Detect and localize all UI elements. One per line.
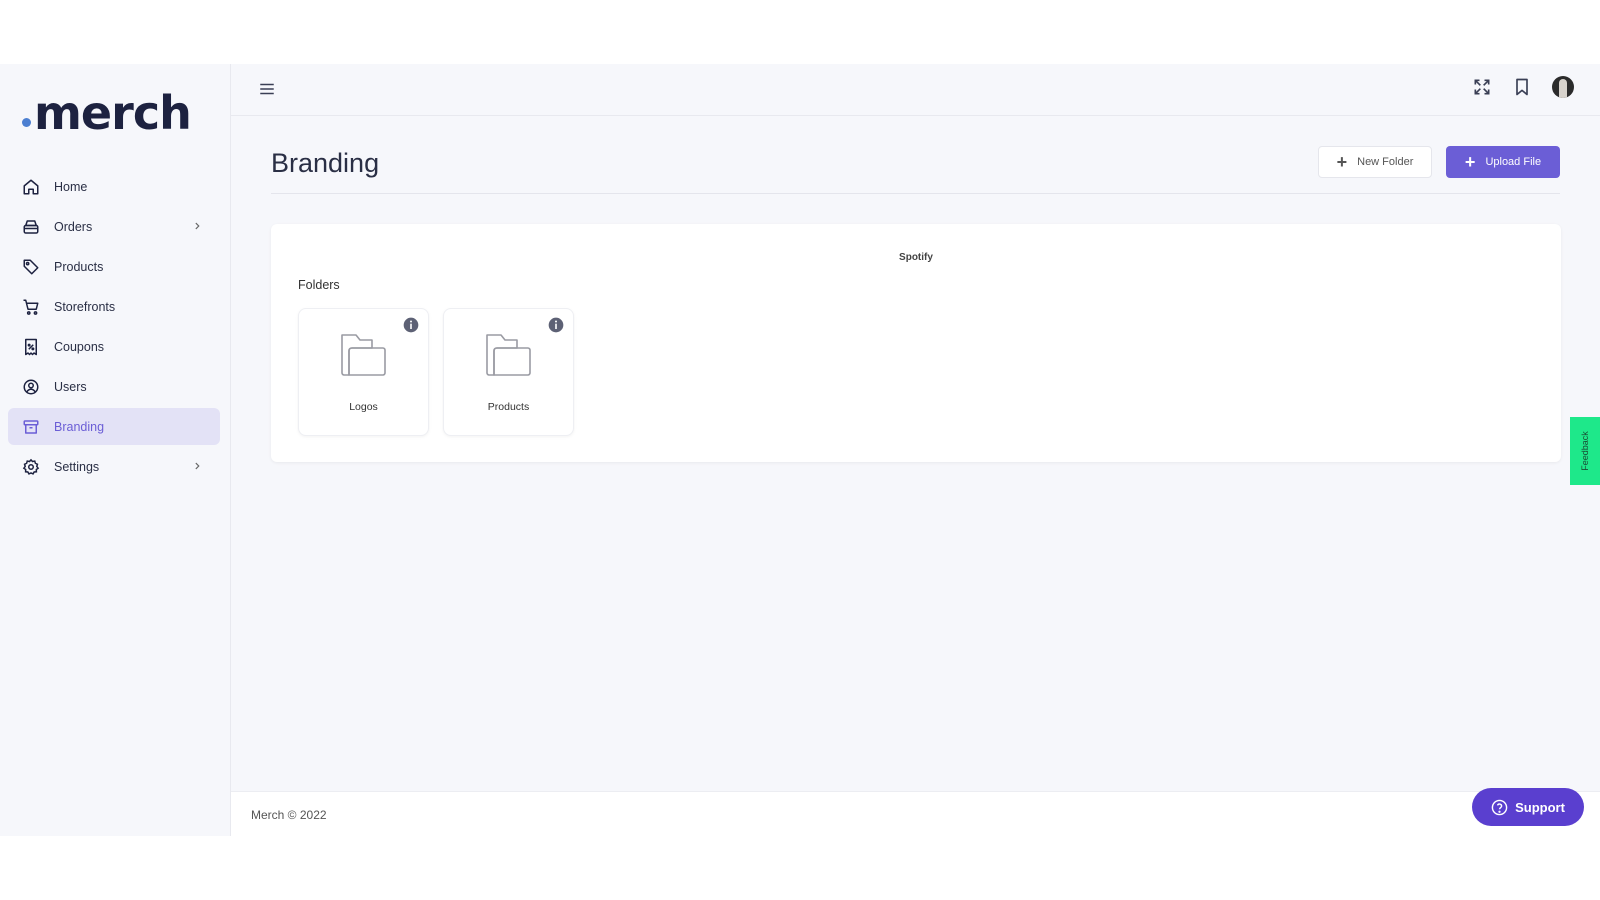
avatar[interactable] bbox=[1552, 76, 1574, 98]
chevron-right-icon bbox=[190, 459, 204, 473]
page-header: Branding + New Folder + Upload File bbox=[271, 146, 1560, 194]
main-content: Branding + New Folder + Upload File Spot… bbox=[231, 64, 1600, 836]
folder-item-products[interactable]: Products bbox=[443, 308, 574, 436]
cart-icon bbox=[21, 297, 41, 317]
home-icon bbox=[21, 177, 41, 197]
upload-file-button[interactable]: + Upload File bbox=[1446, 146, 1560, 178]
folder-name: Products bbox=[487, 401, 530, 413]
feedback-tab[interactable]: Feedback bbox=[1570, 417, 1600, 485]
sidebar-item-label: Coupons bbox=[54, 339, 105, 354]
support-button[interactable]: Support bbox=[1472, 788, 1584, 826]
sidebar-item-label: Home bbox=[54, 179, 88, 194]
topbar-actions bbox=[1472, 76, 1574, 98]
folders-card: Spotify Folders Logos Products bbox=[271, 224, 1561, 462]
sidebar-nav: Home Orders Products Storefronts Coupons… bbox=[8, 168, 220, 488]
sidebar-item-label: Users bbox=[54, 379, 87, 394]
app-window: merch Home Orders Products Storefronts C… bbox=[0, 64, 1600, 836]
sidebar-item-home[interactable]: Home bbox=[8, 168, 220, 205]
sidebar-item-branding[interactable]: Branding bbox=[8, 408, 220, 445]
sidebar-item-label: Orders bbox=[54, 219, 93, 234]
info-icon[interactable] bbox=[403, 317, 419, 333]
sidebar-item-coupons[interactable]: Coupons bbox=[8, 328, 220, 365]
feedback-label: Feedback bbox=[1580, 431, 1590, 471]
card-heading: Spotify bbox=[899, 252, 933, 263]
sidebar-item-label: Storefronts bbox=[54, 299, 116, 314]
sidebar-item-settings[interactable]: Settings bbox=[8, 448, 220, 485]
plus-icon: + bbox=[1336, 152, 1348, 172]
tag-icon bbox=[21, 257, 41, 277]
footer: Merch © 2022 bbox=[231, 791, 1600, 836]
plus-icon: + bbox=[1464, 152, 1476, 172]
sidebar-item-users[interactable]: Users bbox=[8, 368, 220, 405]
folder-item-logos[interactable]: Logos bbox=[298, 308, 429, 436]
upload-file-label: Upload File bbox=[1485, 156, 1542, 168]
question-circle-icon bbox=[1491, 799, 1508, 816]
folders-section-label: Folders bbox=[298, 278, 340, 292]
orders-icon bbox=[21, 217, 41, 237]
copyright-text: Merch © 2022 bbox=[251, 808, 327, 822]
folder-icon bbox=[484, 329, 534, 379]
support-label: Support bbox=[1515, 799, 1565, 815]
hamburger-menu-icon[interactable] bbox=[258, 80, 276, 98]
logo-text: merch bbox=[34, 86, 192, 140]
new-folder-button[interactable]: + New Folder bbox=[1318, 146, 1432, 178]
fullscreen-icon[interactable] bbox=[1472, 77, 1492, 97]
sidebar-item-label: Branding bbox=[54, 419, 105, 434]
folder-icon bbox=[339, 329, 389, 379]
sidebar-item-label: Settings bbox=[54, 459, 100, 474]
new-folder-label: New Folder bbox=[1357, 156, 1414, 168]
chevron-right-icon bbox=[190, 219, 204, 233]
topbar bbox=[231, 64, 1600, 116]
page-title: Branding bbox=[271, 148, 380, 178]
info-icon[interactable] bbox=[548, 317, 564, 333]
bookmark-icon[interactable] bbox=[1512, 77, 1532, 97]
sidebar-item-orders[interactable]: Orders bbox=[8, 208, 220, 245]
sidebar-item-storefronts[interactable]: Storefronts bbox=[8, 288, 220, 325]
sidebar-item-label: Products bbox=[54, 259, 104, 274]
sidebar-item-products[interactable]: Products bbox=[8, 248, 220, 285]
sidebar: merch Home Orders Products Storefronts C… bbox=[0, 64, 231, 836]
logo-dot bbox=[22, 118, 31, 127]
archive-icon bbox=[21, 417, 41, 437]
coupon-icon bbox=[21, 337, 41, 357]
user-circle-icon bbox=[21, 377, 41, 397]
gear-icon bbox=[21, 457, 41, 477]
folder-list: Logos Products bbox=[298, 308, 574, 436]
logo[interactable]: merch bbox=[22, 80, 192, 140]
folder-name: Logos bbox=[349, 401, 378, 413]
